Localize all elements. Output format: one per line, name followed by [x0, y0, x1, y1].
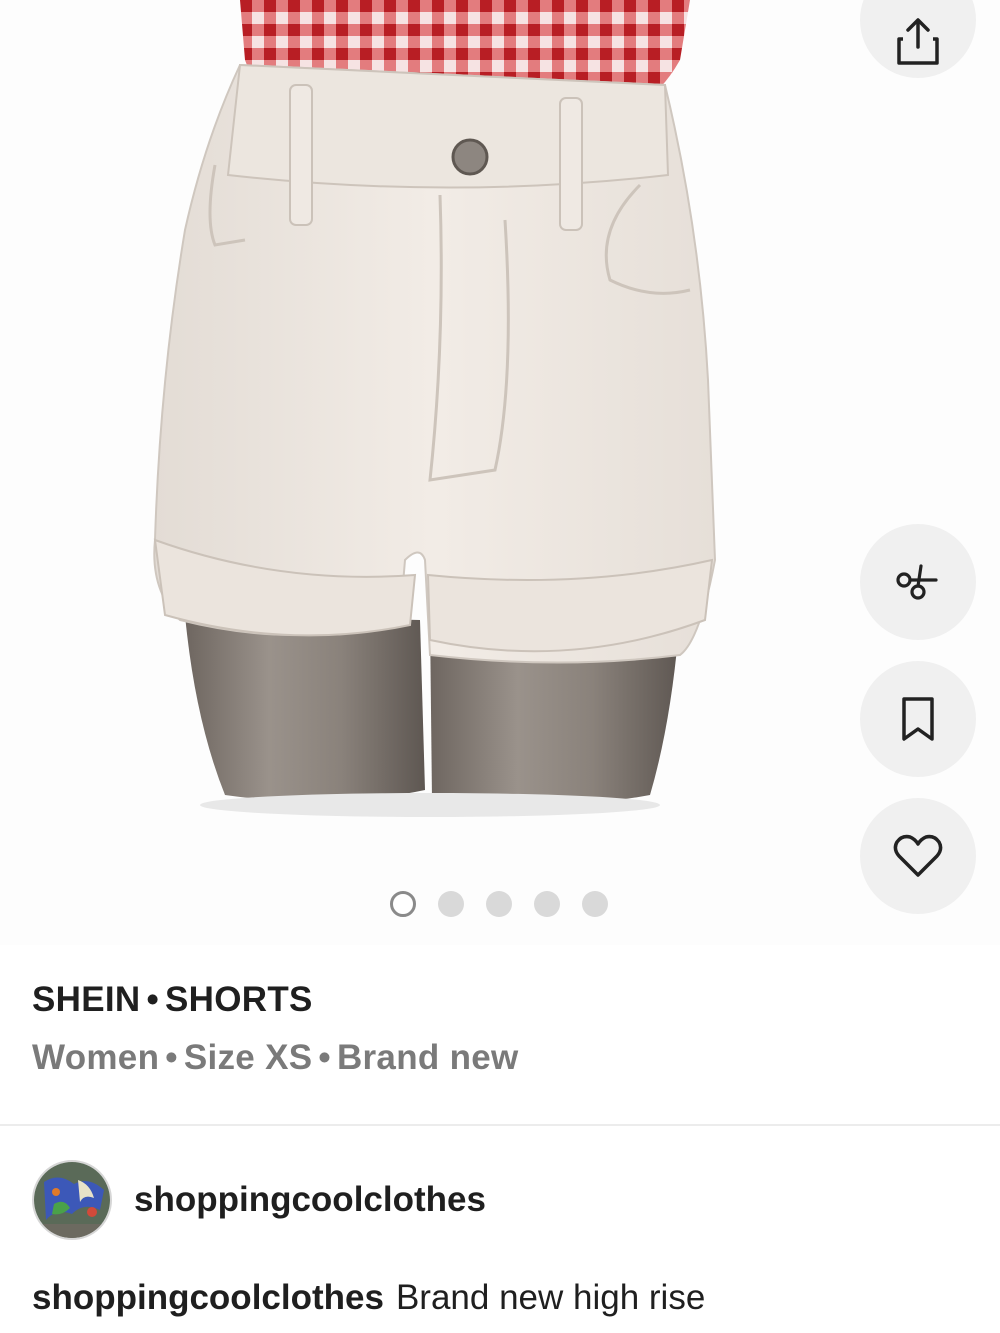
- heart-icon: [893, 834, 943, 877]
- outfit-button[interactable]: [860, 524, 976, 640]
- section-divider: [0, 1124, 1000, 1126]
- category-link[interactable]: SHORTS: [165, 980, 313, 1019]
- description-text: Brand new high rise: [395, 1278, 706, 1317]
- condition-label: Brand new: [336, 1038, 519, 1077]
- carousel-dot[interactable]: [438, 891, 464, 917]
- carousel-dot[interactable]: [582, 891, 608, 917]
- save-button[interactable]: [860, 661, 976, 777]
- seller-username[interactable]: shoppingcoolclothes: [134, 1180, 486, 1220]
- size-label: Size XS: [183, 1038, 313, 1077]
- listing-page: SHEIN • SHORTS Women • Size XS • Brand new sho…: [0, 0, 1000, 1333]
- title-separator: •: [146, 980, 160, 1019]
- carousel-dot[interactable]: [534, 891, 560, 917]
- like-button[interactable]: [860, 798, 976, 914]
- carousel-dots: [390, 891, 608, 917]
- listing-title: SHEIN • SHORTS: [32, 980, 313, 1020]
- listing-attributes: Women • Size XS • Brand new: [32, 1038, 519, 1078]
- avatar-image: [34, 1162, 110, 1238]
- gender-label: Women: [32, 1038, 160, 1077]
- carousel-dot[interactable]: [486, 891, 512, 917]
- listing-description: shoppingcoolclothes Brand new high rise: [32, 1278, 972, 1318]
- carousel-dot-active[interactable]: [390, 891, 416, 917]
- attr-separator: •: [318, 1038, 331, 1077]
- description-username[interactable]: shoppingcoolclothes: [32, 1278, 384, 1317]
- seller-avatar[interactable]: [32, 1160, 112, 1240]
- bookmark-icon: [902, 697, 934, 741]
- outfit-icon: [896, 564, 938, 600]
- shorts-photo-illustration: [153, 0, 717, 817]
- product-photo[interactable]: [0, 0, 1000, 945]
- attr-separator: •: [165, 1038, 178, 1077]
- brand-link[interactable]: SHEIN: [32, 980, 140, 1019]
- share-icon: [897, 18, 939, 65]
